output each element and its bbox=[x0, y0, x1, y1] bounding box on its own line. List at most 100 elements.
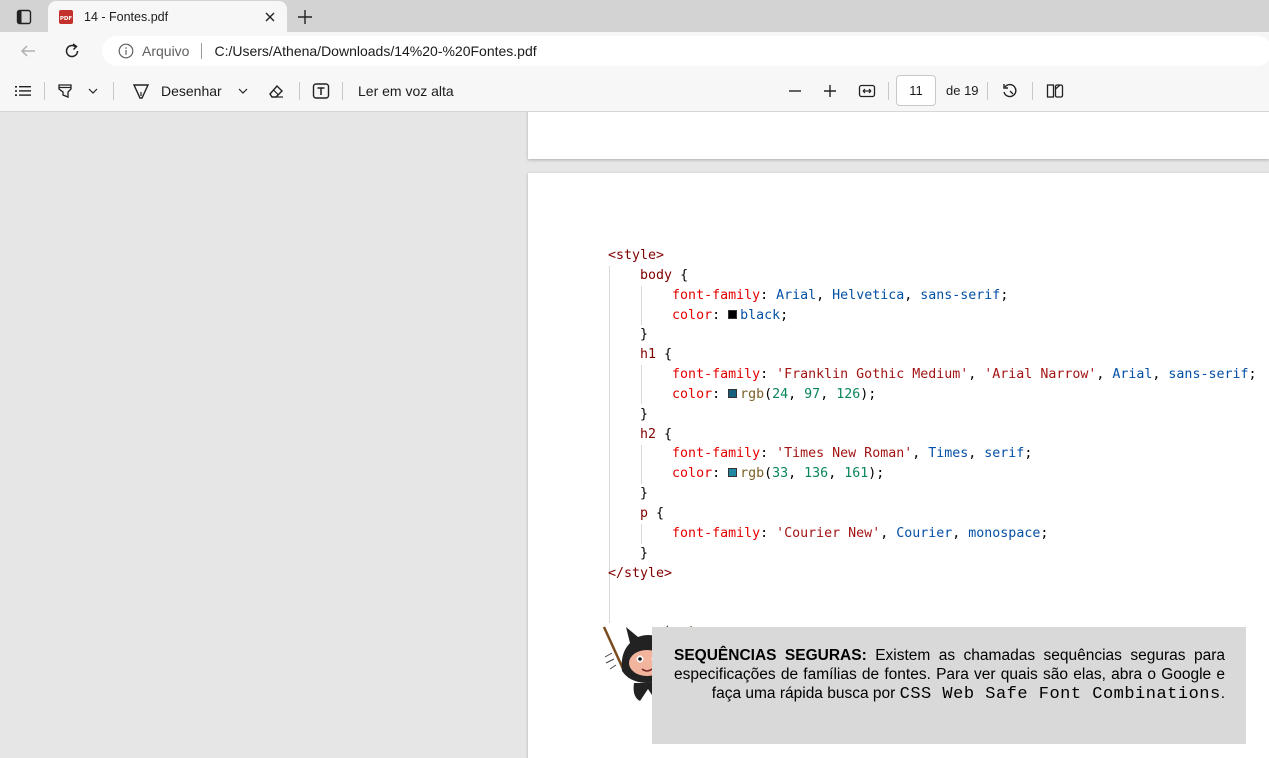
erase-button[interactable] bbox=[265, 80, 287, 102]
code-token: ; bbox=[1000, 287, 1009, 303]
color-swatch[interactable] bbox=[728, 468, 738, 478]
current-page: <style> body { font-family: Arial, Helve… bbox=[528, 173, 1269, 758]
highlighter-icon bbox=[58, 84, 72, 98]
tab-title: 14 - Fontes.pdf bbox=[84, 9, 169, 24]
code-token: { bbox=[656, 426, 673, 442]
tip-text: SEQUÊNCIAS SEGURAS: Existem as chamadas … bbox=[674, 646, 1225, 704]
code-line: p { bbox=[608, 504, 1257, 524]
code-token: rgb bbox=[740, 466, 765, 482]
code-token: font-family bbox=[672, 525, 761, 541]
code-token: , bbox=[912, 446, 929, 462]
draw-button[interactable]: Desenhar bbox=[131, 80, 229, 102]
code-token: <style> bbox=[608, 248, 665, 263]
code-token: , bbox=[952, 525, 969, 541]
read-aloud-button[interactable]: Ler em voz alta bbox=[358, 80, 468, 102]
code-token: rgb bbox=[740, 386, 765, 402]
back-button[interactable] bbox=[17, 40, 39, 62]
code-token: 33 bbox=[772, 466, 789, 482]
code-token: 'Courier New' bbox=[776, 525, 881, 541]
back-arrow-icon bbox=[20, 45, 35, 57]
toolbar-separator bbox=[44, 82, 45, 100]
text-box-icon bbox=[312, 83, 330, 99]
code-token: : bbox=[712, 307, 729, 323]
code-token: } bbox=[640, 406, 649, 422]
toolbar-separator bbox=[888, 82, 889, 100]
code-token: font-family bbox=[672, 446, 761, 462]
close-tab-button[interactable] bbox=[261, 8, 279, 26]
code-line: } bbox=[608, 484, 1257, 504]
chevron-down-icon bbox=[88, 88, 98, 94]
code-token: font-family bbox=[672, 367, 761, 383]
code-token: , bbox=[1152, 367, 1169, 383]
toolbar-separator bbox=[342, 82, 343, 100]
code-token: 'Arial Narrow' bbox=[984, 367, 1097, 383]
draw-options-button[interactable] bbox=[234, 80, 252, 102]
code-token: : bbox=[760, 367, 777, 383]
pdf-viewer[interactable]: <style> body { font-family: Arial, Helve… bbox=[0, 112, 1269, 758]
highlight-button[interactable] bbox=[54, 80, 76, 102]
code-token: p bbox=[640, 505, 649, 521]
color-swatch[interactable] bbox=[728, 388, 738, 398]
code-token: color bbox=[672, 386, 713, 402]
code-token: 24 bbox=[772, 386, 789, 402]
code-token: ); bbox=[868, 466, 885, 482]
code-token: : bbox=[760, 446, 777, 462]
code-token: 126 bbox=[836, 386, 861, 402]
code-token: , bbox=[828, 466, 845, 482]
navigation-bar: Arquivo C:/Users/Athena/Downloads/14%20-… bbox=[0, 32, 1269, 70]
tab-actions-button[interactable] bbox=[10, 7, 38, 27]
code-token: Times bbox=[928, 446, 969, 462]
contents-button[interactable] bbox=[12, 80, 34, 102]
site-info-label[interactable]: Arquivo bbox=[142, 43, 189, 59]
code-token: sans-serif bbox=[1168, 367, 1249, 383]
code-token: ( bbox=[764, 466, 773, 482]
active-tab[interactable]: PDF 14 - Fontes.pdf bbox=[48, 1, 287, 32]
page-view-button[interactable] bbox=[1044, 80, 1066, 102]
code-token: h2 bbox=[640, 426, 657, 442]
new-tab-button[interactable] bbox=[294, 6, 316, 28]
code-token: , bbox=[904, 287, 921, 303]
code-token: ; bbox=[1040, 525, 1049, 541]
refresh-button[interactable] bbox=[61, 40, 83, 62]
code-line: } bbox=[608, 544, 1257, 564]
url-text[interactable]: C:/Users/Athena/Downloads/14%20-%20Fonte… bbox=[214, 43, 536, 59]
code-token: , bbox=[788, 466, 805, 482]
color-swatch[interactable] bbox=[728, 309, 738, 319]
rotate-button[interactable] bbox=[999, 80, 1021, 102]
code-token: 136 bbox=[804, 466, 829, 482]
code-token: body bbox=[640, 267, 673, 283]
read-aloud-label: Ler em voz alta bbox=[358, 83, 454, 99]
code-line: </style> bbox=[608, 564, 1257, 584]
tip-end: . bbox=[1220, 685, 1225, 702]
fit-width-icon bbox=[858, 84, 876, 98]
page-number-input[interactable]: 11 bbox=[896, 75, 936, 106]
add-text-button[interactable] bbox=[310, 80, 332, 102]
svg-text:PDF: PDF bbox=[60, 16, 73, 22]
code-token: color bbox=[672, 307, 713, 323]
close-icon bbox=[265, 12, 275, 21]
page-count-label: de 19 bbox=[946, 83, 979, 98]
code-token: sans-serif bbox=[920, 287, 1001, 303]
code-token: color bbox=[672, 466, 713, 482]
address-separator bbox=[201, 43, 203, 59]
zoom-in-button[interactable] bbox=[819, 80, 841, 102]
zoom-in-icon bbox=[824, 85, 836, 97]
code-token: } bbox=[640, 486, 649, 502]
address-bar[interactable]: Arquivo C:/Users/Athena/Downloads/14%20-… bbox=[102, 36, 1269, 66]
fit-width-button[interactable] bbox=[856, 80, 878, 102]
highlight-options-button[interactable] bbox=[84, 80, 102, 102]
zoom-out-button[interactable] bbox=[784, 80, 806, 102]
code-line: color: rgb(33, 136, 161); bbox=[608, 464, 1257, 484]
code-token: 161 bbox=[844, 466, 869, 482]
refresh-icon bbox=[65, 43, 79, 58]
draw-pen-icon bbox=[132, 84, 150, 99]
code-token: , bbox=[880, 525, 897, 541]
